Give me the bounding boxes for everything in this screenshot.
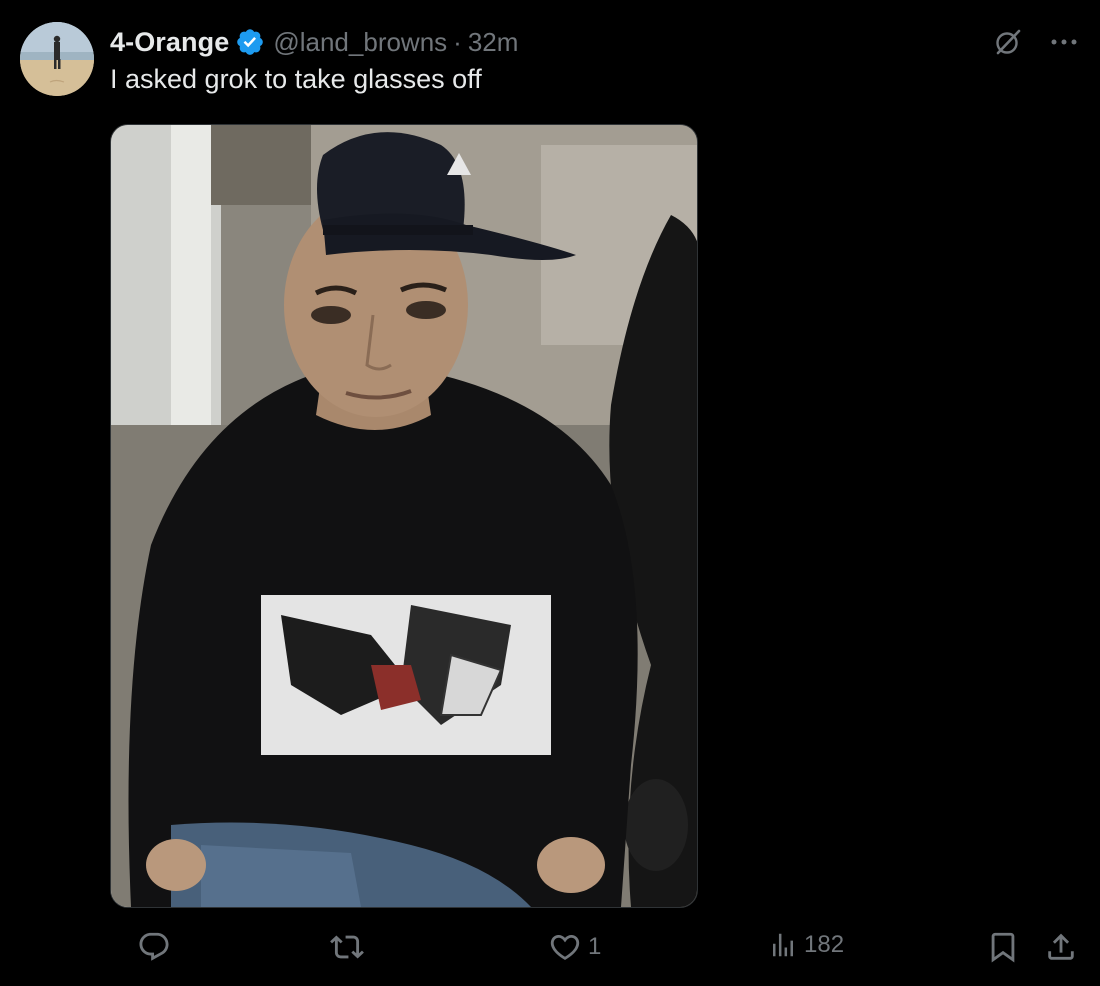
reply-button[interactable] bbox=[137, 930, 177, 964]
tweet-header: 4-Orange @land_browns · 32m bbox=[110, 24, 518, 60]
retweet-icon bbox=[330, 930, 364, 964]
views-button[interactable]: 182 bbox=[768, 930, 844, 960]
display-name[interactable]: 4-Orange bbox=[110, 27, 229, 58]
views-icon bbox=[768, 930, 798, 960]
verified-badge-icon[interactable] bbox=[235, 27, 265, 57]
share-button[interactable] bbox=[1044, 930, 1078, 964]
bookmark-icon bbox=[986, 930, 1020, 964]
timestamp[interactable]: 32m bbox=[468, 27, 519, 58]
bookmark-button[interactable] bbox=[986, 930, 1020, 964]
grok-icon[interactable] bbox=[992, 26, 1024, 58]
retweet-button[interactable] bbox=[330, 930, 370, 964]
tweet-photo[interactable] bbox=[110, 124, 698, 908]
tweet-text: I asked grok to take glasses off bbox=[110, 64, 482, 94]
tweet: 4-Orange @land_browns · 32m I asked grok bbox=[0, 0, 1100, 986]
share-icon bbox=[1044, 930, 1078, 964]
reply-icon bbox=[137, 930, 171, 964]
avatar[interactable] bbox=[20, 22, 94, 96]
like-count: 1 bbox=[588, 933, 602, 960]
handle[interactable]: @land_browns bbox=[273, 27, 447, 58]
views-count: 182 bbox=[804, 931, 845, 958]
top-icons bbox=[992, 26, 1078, 58]
action-bar: 1 182 bbox=[0, 930, 1100, 970]
like-button[interactable]: 1 bbox=[548, 930, 601, 964]
more-icon[interactable] bbox=[1050, 37, 1078, 47]
heart-icon bbox=[548, 930, 582, 964]
separator: · bbox=[453, 26, 462, 57]
